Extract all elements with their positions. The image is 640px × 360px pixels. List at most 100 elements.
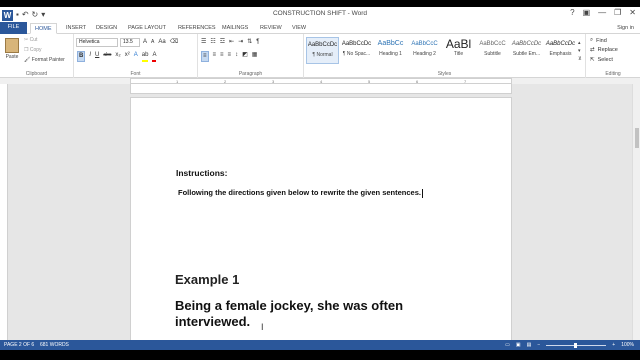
line-spacing-icon[interactable]: ↕: [235, 51, 238, 62]
align-left-icon[interactable]: ≡: [201, 51, 209, 62]
style-no-spacing[interactable]: AaBbCcDc ¶ No Spac...: [340, 37, 373, 64]
tab-review[interactable]: REVIEW: [256, 23, 286, 34]
align-right-icon[interactable]: ≡: [220, 51, 224, 62]
style-name: Subtitle: [484, 51, 501, 57]
minimize-icon[interactable]: —: [598, 8, 606, 17]
tab-file[interactable]: FILE: [0, 22, 27, 34]
show-formatting-button[interactable]: ¶: [256, 38, 259, 47]
previous-page-bottom: [130, 84, 512, 94]
tab-page-layout[interactable]: PAGE LAYOUT: [124, 23, 170, 34]
cut-button[interactable]: ✂ Cut: [24, 37, 37, 43]
zoom-in-icon[interactable]: +: [612, 340, 615, 350]
font-name-select[interactable]: Helvetica: [76, 38, 118, 47]
subscript-button[interactable]: x₂: [115, 51, 120, 62]
font-style-tools: B I U abc x₂ x² A ab A: [77, 51, 157, 62]
example-heading: Example 1: [175, 272, 240, 287]
style-name: Title: [453, 51, 464, 57]
scrollbar-thumb[interactable]: [635, 128, 639, 148]
paragraph-align-tools: ≡ ≡ ≡ ≡ ↕ ◩ ▦: [201, 51, 257, 62]
italic-button[interactable]: I: [89, 51, 91, 62]
underline-button[interactable]: U: [95, 51, 99, 62]
bold-button[interactable]: B: [77, 51, 86, 62]
restore-icon[interactable]: ❐: [614, 8, 621, 17]
change-case-button[interactable]: Aa: [158, 38, 165, 47]
styles-more-icon[interactable]: ⊻: [578, 56, 582, 62]
style-title[interactable]: AaBl Title: [442, 37, 475, 64]
numbering-icon[interactable]: ☷: [210, 38, 215, 47]
paste-button[interactable]: Paste: [3, 38, 21, 60]
word-count-status[interactable]: 681 WORDS: [40, 340, 69, 350]
highlight-icon[interactable]: ab: [141, 51, 149, 62]
font-size-tools: A A Aa ⌫: [143, 38, 178, 47]
copy-button[interactable]: ❐ Copy: [24, 47, 42, 53]
print-layout-icon[interactable]: ▣: [516, 340, 521, 350]
text-effects-icon[interactable]: A: [134, 51, 138, 62]
align-center-icon[interactable]: ≡: [213, 51, 217, 62]
help-icon[interactable]: ?: [570, 8, 574, 17]
style-emphasis[interactable]: AaBbCcDc Emphasis: [544, 37, 577, 64]
window-controls: ? ▣ — ❐ ✕: [570, 8, 636, 17]
replace-button[interactable]: ⇄ Replace: [590, 47, 618, 53]
shrink-font-button[interactable]: A: [151, 38, 154, 47]
select-button[interactable]: ⇱ Select: [590, 57, 613, 63]
document-area: Instructions: Following the directions g…: [8, 84, 632, 357]
font-color-icon[interactable]: A: [152, 51, 157, 62]
multilevel-icon[interactable]: ☲: [220, 38, 225, 47]
style-sample: AaBbCcDc: [341, 41, 372, 47]
clear-format-icon[interactable]: ⌫: [170, 38, 178, 47]
paragraph-list-tools: ☰ ☷ ☲ ⇤ ⇥ ⇅ ¶: [201, 38, 260, 47]
tab-insert[interactable]: INSERT: [62, 23, 90, 34]
tab-references[interactable]: REFERENCES: [174, 23, 220, 34]
sort-icon[interactable]: ⇅: [247, 38, 252, 47]
close-icon[interactable]: ✕: [629, 8, 636, 17]
zoom-level[interactable]: 100%: [621, 340, 634, 350]
styles-scroll-up-icon[interactable]: ▴: [578, 40, 581, 46]
title-bar: W ▪ ↶ ↻ ▾ CONSTRUCTION SHIFT - Word ? ▣ …: [0, 7, 640, 23]
ribbon-display-icon[interactable]: ▣: [583, 8, 591, 17]
editing-group: ⌕ Find ⇄ Replace ⇱ Select Editing: [586, 34, 640, 78]
style-normal[interactable]: AaBbCcDc ¶ Normal: [306, 37, 339, 64]
zoom-out-icon[interactable]: −: [537, 340, 540, 350]
document-page[interactable]: Instructions: Following the directions g…: [130, 97, 512, 357]
page-count-status[interactable]: PAGE 2 OF 6: [4, 340, 34, 350]
shading-icon[interactable]: ◩: [242, 51, 248, 62]
tab-design[interactable]: DESIGN: [92, 23, 121, 34]
style-heading-1[interactable]: AaBbCc Heading 1: [374, 37, 407, 64]
styles-group-label: Styles: [437, 71, 452, 77]
style-sample: AaBbCcDc: [545, 41, 576, 47]
format-painter-button[interactable]: 🖌 Format Painter: [24, 57, 65, 63]
increase-indent-icon[interactable]: ⇥: [238, 38, 243, 47]
grow-font-button[interactable]: A: [143, 38, 147, 47]
tab-view[interactable]: VIEW: [288, 23, 310, 34]
clipboard-group-label: Clipboard: [25, 71, 48, 77]
format-painter-label: Format Painter: [31, 57, 65, 63]
strikethrough-button[interactable]: abc: [103, 51, 111, 62]
tab-mailings[interactable]: MAILINGS: [218, 23, 252, 34]
style-heading-2[interactable]: AaBbCcC Heading 2: [408, 37, 441, 64]
style-sample: AaBbCcC: [411, 41, 438, 47]
superscript-button[interactable]: x²: [125, 51, 130, 62]
style-subtitle[interactable]: AaBbCcC Subtitle: [476, 37, 509, 64]
paragraph-group-label: Paragraph: [238, 71, 263, 77]
font-size-select[interactable]: 13.5: [120, 38, 140, 47]
web-layout-icon[interactable]: ▤: [527, 340, 532, 350]
decrease-indent-icon[interactable]: ⇤: [229, 38, 234, 47]
vertical-scrollbar[interactable]: [632, 84, 640, 340]
find-button[interactable]: ⌕ Find: [590, 37, 607, 44]
style-name: Subtle Em...: [512, 51, 541, 57]
sign-in-link[interactable]: Sign in: [617, 23, 634, 34]
paste-label: Paste: [5, 54, 19, 60]
vertical-ruler[interactable]: [0, 84, 8, 340]
example-sentence: Being a female jockey, she was often int…: [175, 298, 404, 329]
bullets-icon[interactable]: ☰: [201, 38, 206, 47]
read-mode-icon[interactable]: ▭: [505, 340, 510, 350]
window-title: CONSTRUCTION SHIFT - Word: [272, 10, 367, 17]
justify-icon[interactable]: ≡: [228, 51, 232, 62]
replace-icon: ⇄: [590, 47, 595, 53]
tab-home[interactable]: HOME: [30, 23, 57, 34]
borders-icon[interactable]: ▦: [252, 51, 258, 62]
zoom-slider-knob[interactable]: [574, 342, 578, 348]
styles-scroll-down-icon[interactable]: ▾: [578, 48, 581, 54]
zoom-slider[interactable]: [546, 342, 607, 348]
style-subtle-emphasis[interactable]: AaBbCcDc Subtle Em...: [510, 37, 543, 64]
